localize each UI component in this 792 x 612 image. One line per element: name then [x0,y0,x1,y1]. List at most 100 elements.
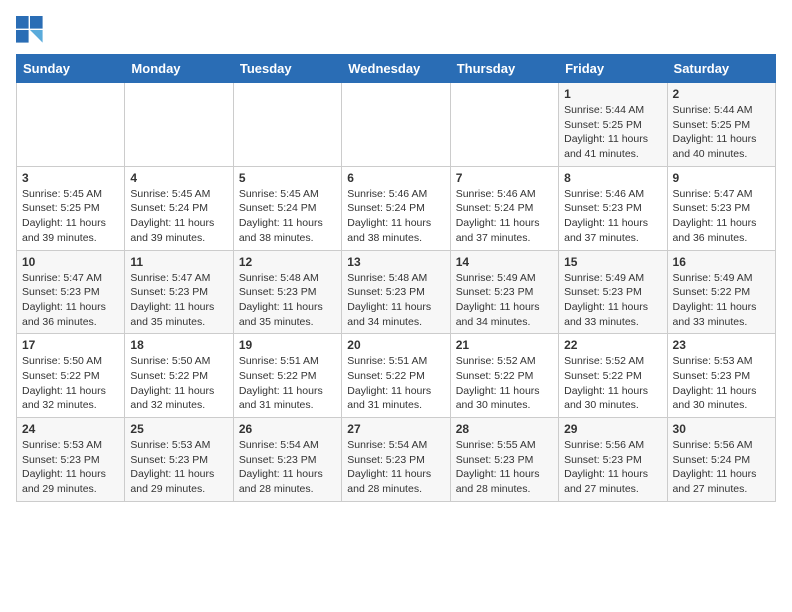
day-info: Sunset: 5:23 PM [564,453,661,468]
day-info: Sunrise: 5:56 AM [673,438,770,453]
day-number: 13 [347,255,444,269]
day-info: Daylight: 11 hours [239,216,336,231]
day-info: and 31 minutes. [347,398,444,413]
day-info: Daylight: 11 hours [130,467,227,482]
day-info: Sunset: 5:23 PM [564,285,661,300]
calendar-cell: 16Sunrise: 5:49 AMSunset: 5:22 PMDayligh… [667,250,775,334]
day-info: Sunset: 5:23 PM [456,285,553,300]
day-number: 10 [22,255,119,269]
weekday-header: Monday [125,55,233,83]
calendar-cell: 8Sunrise: 5:46 AMSunset: 5:23 PMDaylight… [559,166,667,250]
day-number: 6 [347,171,444,185]
day-info: Sunrise: 5:49 AM [564,271,661,286]
day-number: 24 [22,422,119,436]
calendar-cell: 28Sunrise: 5:55 AMSunset: 5:23 PMDayligh… [450,418,558,502]
calendar-cell: 23Sunrise: 5:53 AMSunset: 5:23 PMDayligh… [667,334,775,418]
calendar-cell [17,83,125,167]
day-info: Sunrise: 5:56 AM [564,438,661,453]
day-info: and 32 minutes. [22,398,119,413]
day-info: and 37 minutes. [564,231,661,246]
day-number: 20 [347,338,444,352]
day-number: 19 [239,338,336,352]
calendar-cell: 1Sunrise: 5:44 AMSunset: 5:25 PMDaylight… [559,83,667,167]
day-info: Daylight: 11 hours [130,300,227,315]
day-number: 29 [564,422,661,436]
day-number: 7 [456,171,553,185]
day-number: 27 [347,422,444,436]
calendar-cell: 11Sunrise: 5:47 AMSunset: 5:23 PMDayligh… [125,250,233,334]
day-info: Sunset: 5:24 PM [673,453,770,468]
day-info: and 39 minutes. [22,231,119,246]
day-info: and 28 minutes. [239,482,336,497]
day-info: Sunrise: 5:50 AM [130,354,227,369]
day-info: and 27 minutes. [564,482,661,497]
day-info: Sunset: 5:22 PM [239,369,336,384]
calendar-cell [342,83,450,167]
calendar-cell: 14Sunrise: 5:49 AMSunset: 5:23 PMDayligh… [450,250,558,334]
day-number: 21 [456,338,553,352]
day-info: Daylight: 11 hours [22,467,119,482]
day-info: Sunrise: 5:52 AM [456,354,553,369]
day-info: Sunrise: 5:46 AM [347,187,444,202]
calendar-table: SundayMondayTuesdayWednesdayThursdayFrid… [16,54,776,502]
day-number: 30 [673,422,770,436]
day-info: Sunset: 5:23 PM [564,201,661,216]
weekday-header: Thursday [450,55,558,83]
day-info: Sunset: 5:22 PM [22,369,119,384]
day-info: Sunrise: 5:50 AM [22,354,119,369]
day-info: Daylight: 11 hours [456,467,553,482]
logo-icon [16,16,44,44]
day-info: Daylight: 11 hours [456,300,553,315]
day-info: Sunrise: 5:54 AM [239,438,336,453]
day-info: Sunrise: 5:48 AM [347,271,444,286]
calendar-week-row: 10Sunrise: 5:47 AMSunset: 5:23 PMDayligh… [17,250,776,334]
day-number: 28 [456,422,553,436]
day-info: Daylight: 11 hours [239,467,336,482]
day-info: Sunset: 5:23 PM [130,285,227,300]
day-info: and 34 minutes. [347,315,444,330]
day-info: Sunset: 5:24 PM [456,201,553,216]
calendar-cell: 17Sunrise: 5:50 AMSunset: 5:22 PMDayligh… [17,334,125,418]
day-info: and 36 minutes. [22,315,119,330]
day-info: Sunrise: 5:47 AM [22,271,119,286]
calendar-cell: 9Sunrise: 5:47 AMSunset: 5:23 PMDaylight… [667,166,775,250]
calendar-cell [125,83,233,167]
day-info: and 36 minutes. [673,231,770,246]
day-number: 12 [239,255,336,269]
calendar-week-row: 24Sunrise: 5:53 AMSunset: 5:23 PMDayligh… [17,418,776,502]
day-info: and 33 minutes. [673,315,770,330]
weekday-header: Tuesday [233,55,341,83]
day-info: Sunset: 5:23 PM [673,201,770,216]
day-info: Daylight: 11 hours [22,216,119,231]
day-info: Sunset: 5:23 PM [347,453,444,468]
calendar-header-row: SundayMondayTuesdayWednesdayThursdayFrid… [17,55,776,83]
day-info: Sunrise: 5:44 AM [673,103,770,118]
day-info: and 37 minutes. [456,231,553,246]
day-info: Sunset: 5:25 PM [673,118,770,133]
day-info: Daylight: 11 hours [347,467,444,482]
day-info: Sunset: 5:22 PM [456,369,553,384]
day-info: Daylight: 11 hours [564,467,661,482]
day-info: Daylight: 11 hours [673,300,770,315]
day-info: Daylight: 11 hours [347,300,444,315]
day-number: 17 [22,338,119,352]
day-info: Daylight: 11 hours [673,216,770,231]
calendar-cell: 15Sunrise: 5:49 AMSunset: 5:23 PMDayligh… [559,250,667,334]
day-info: Sunset: 5:23 PM [673,369,770,384]
day-info: Sunset: 5:24 PM [130,201,227,216]
calendar-cell: 13Sunrise: 5:48 AMSunset: 5:23 PMDayligh… [342,250,450,334]
calendar-cell: 22Sunrise: 5:52 AMSunset: 5:22 PMDayligh… [559,334,667,418]
page-header [16,16,776,44]
calendar-cell: 19Sunrise: 5:51 AMSunset: 5:22 PMDayligh… [233,334,341,418]
day-number: 22 [564,338,661,352]
day-number: 18 [130,338,227,352]
day-info: Sunrise: 5:45 AM [22,187,119,202]
calendar-cell: 4Sunrise: 5:45 AMSunset: 5:24 PMDaylight… [125,166,233,250]
calendar-cell: 7Sunrise: 5:46 AMSunset: 5:24 PMDaylight… [450,166,558,250]
day-info: and 40 minutes. [673,147,770,162]
day-info: Sunrise: 5:53 AM [130,438,227,453]
day-info: Daylight: 11 hours [673,384,770,399]
day-info: and 30 minutes. [456,398,553,413]
day-info: and 30 minutes. [673,398,770,413]
calendar-cell: 20Sunrise: 5:51 AMSunset: 5:22 PMDayligh… [342,334,450,418]
